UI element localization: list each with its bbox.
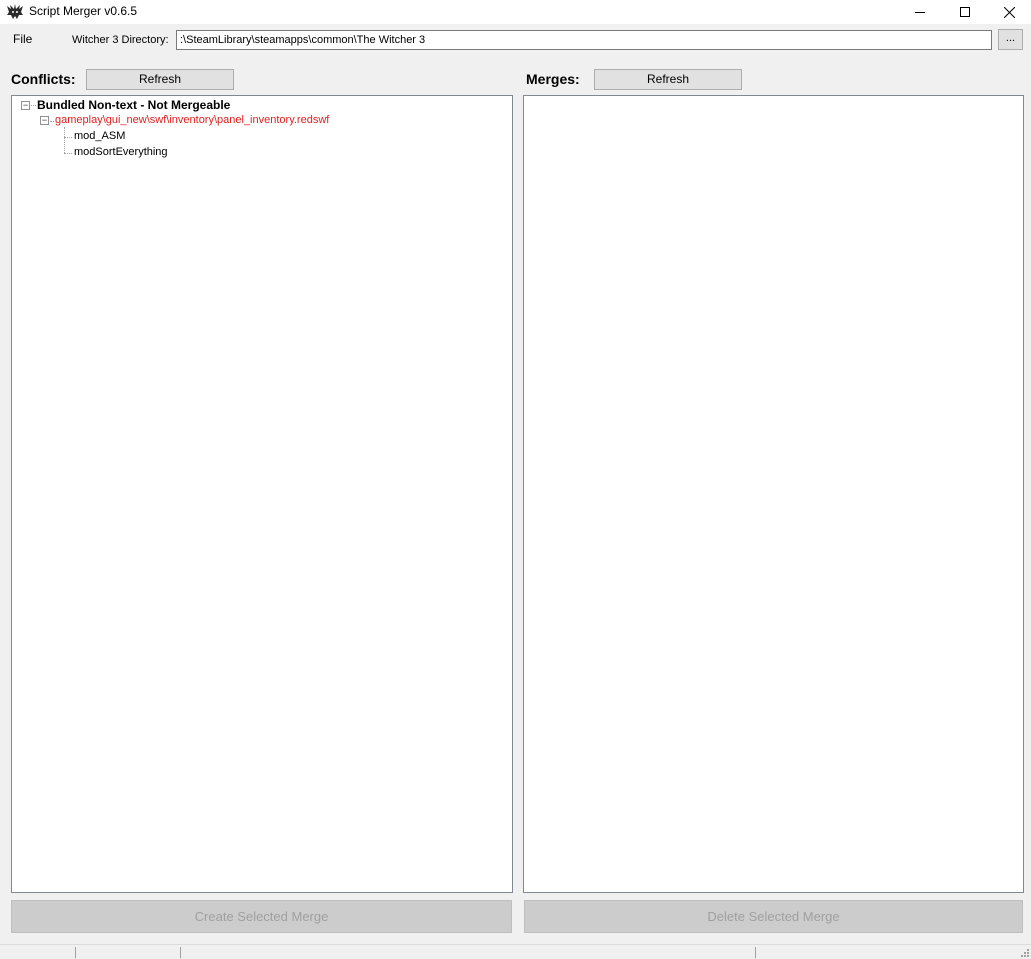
tree-mod-node[interactable]: mod_ASM <box>74 130 125 142</box>
tree-connector <box>64 137 72 138</box>
directory-label: Witcher 3 Directory: <box>72 34 169 46</box>
status-bar <box>0 944 1031 959</box>
delete-selected-merge-button[interactable]: Delete Selected Merge <box>524 900 1023 933</box>
tree-connector <box>64 153 72 154</box>
tree-connector <box>31 105 36 106</box>
witcher-wolf-icon <box>7 4 23 19</box>
merges-label: Merges: <box>526 71 580 87</box>
merges-tree[interactable] <box>523 95 1024 893</box>
close-icon <box>1004 6 1015 18</box>
maximize-icon <box>959 7 970 17</box>
conflicts-label: Conflicts: <box>11 71 76 87</box>
conflicts-tree[interactable]: − Bundled Non-text - Not Mergeable − gam… <box>11 95 513 893</box>
status-separator <box>180 947 181 958</box>
window-title: Script Merger v0.6.5 <box>29 4 138 18</box>
title-bar: Script Merger v0.6.5 <box>0 0 1031 24</box>
refresh-conflicts-button[interactable]: Refresh <box>86 69 234 90</box>
create-selected-merge-button[interactable]: Create Selected Merge <box>11 900 512 933</box>
tree-mod-node[interactable]: modSortEverything <box>74 146 168 158</box>
collapse-root-icon[interactable]: − <box>21 101 30 110</box>
status-separator <box>755 947 756 958</box>
resize-grip-icon[interactable] <box>1019 947 1030 958</box>
tree-file-node[interactable]: gameplay\gui_new\swf\inventory\panel_inv… <box>55 114 329 126</box>
tree-connector <box>64 127 65 153</box>
maximize-button[interactable] <box>942 0 987 24</box>
minimize-icon <box>914 12 925 13</box>
tree-connector <box>50 121 54 122</box>
status-separator <box>75 947 76 958</box>
menu-file[interactable]: File <box>13 32 32 46</box>
close-button[interactable] <box>987 0 1031 24</box>
minimize-button[interactable] <box>897 0 942 24</box>
directory-input[interactable]: :\SteamLibrary\steamapps\common\The Witc… <box>176 30 992 50</box>
browse-button[interactable]: ... <box>998 29 1023 50</box>
refresh-merges-button[interactable]: Refresh <box>594 69 742 90</box>
collapse-file-icon[interactable]: − <box>40 116 49 125</box>
tree-category-node[interactable]: Bundled Non-text - Not Mergeable <box>37 98 230 112</box>
